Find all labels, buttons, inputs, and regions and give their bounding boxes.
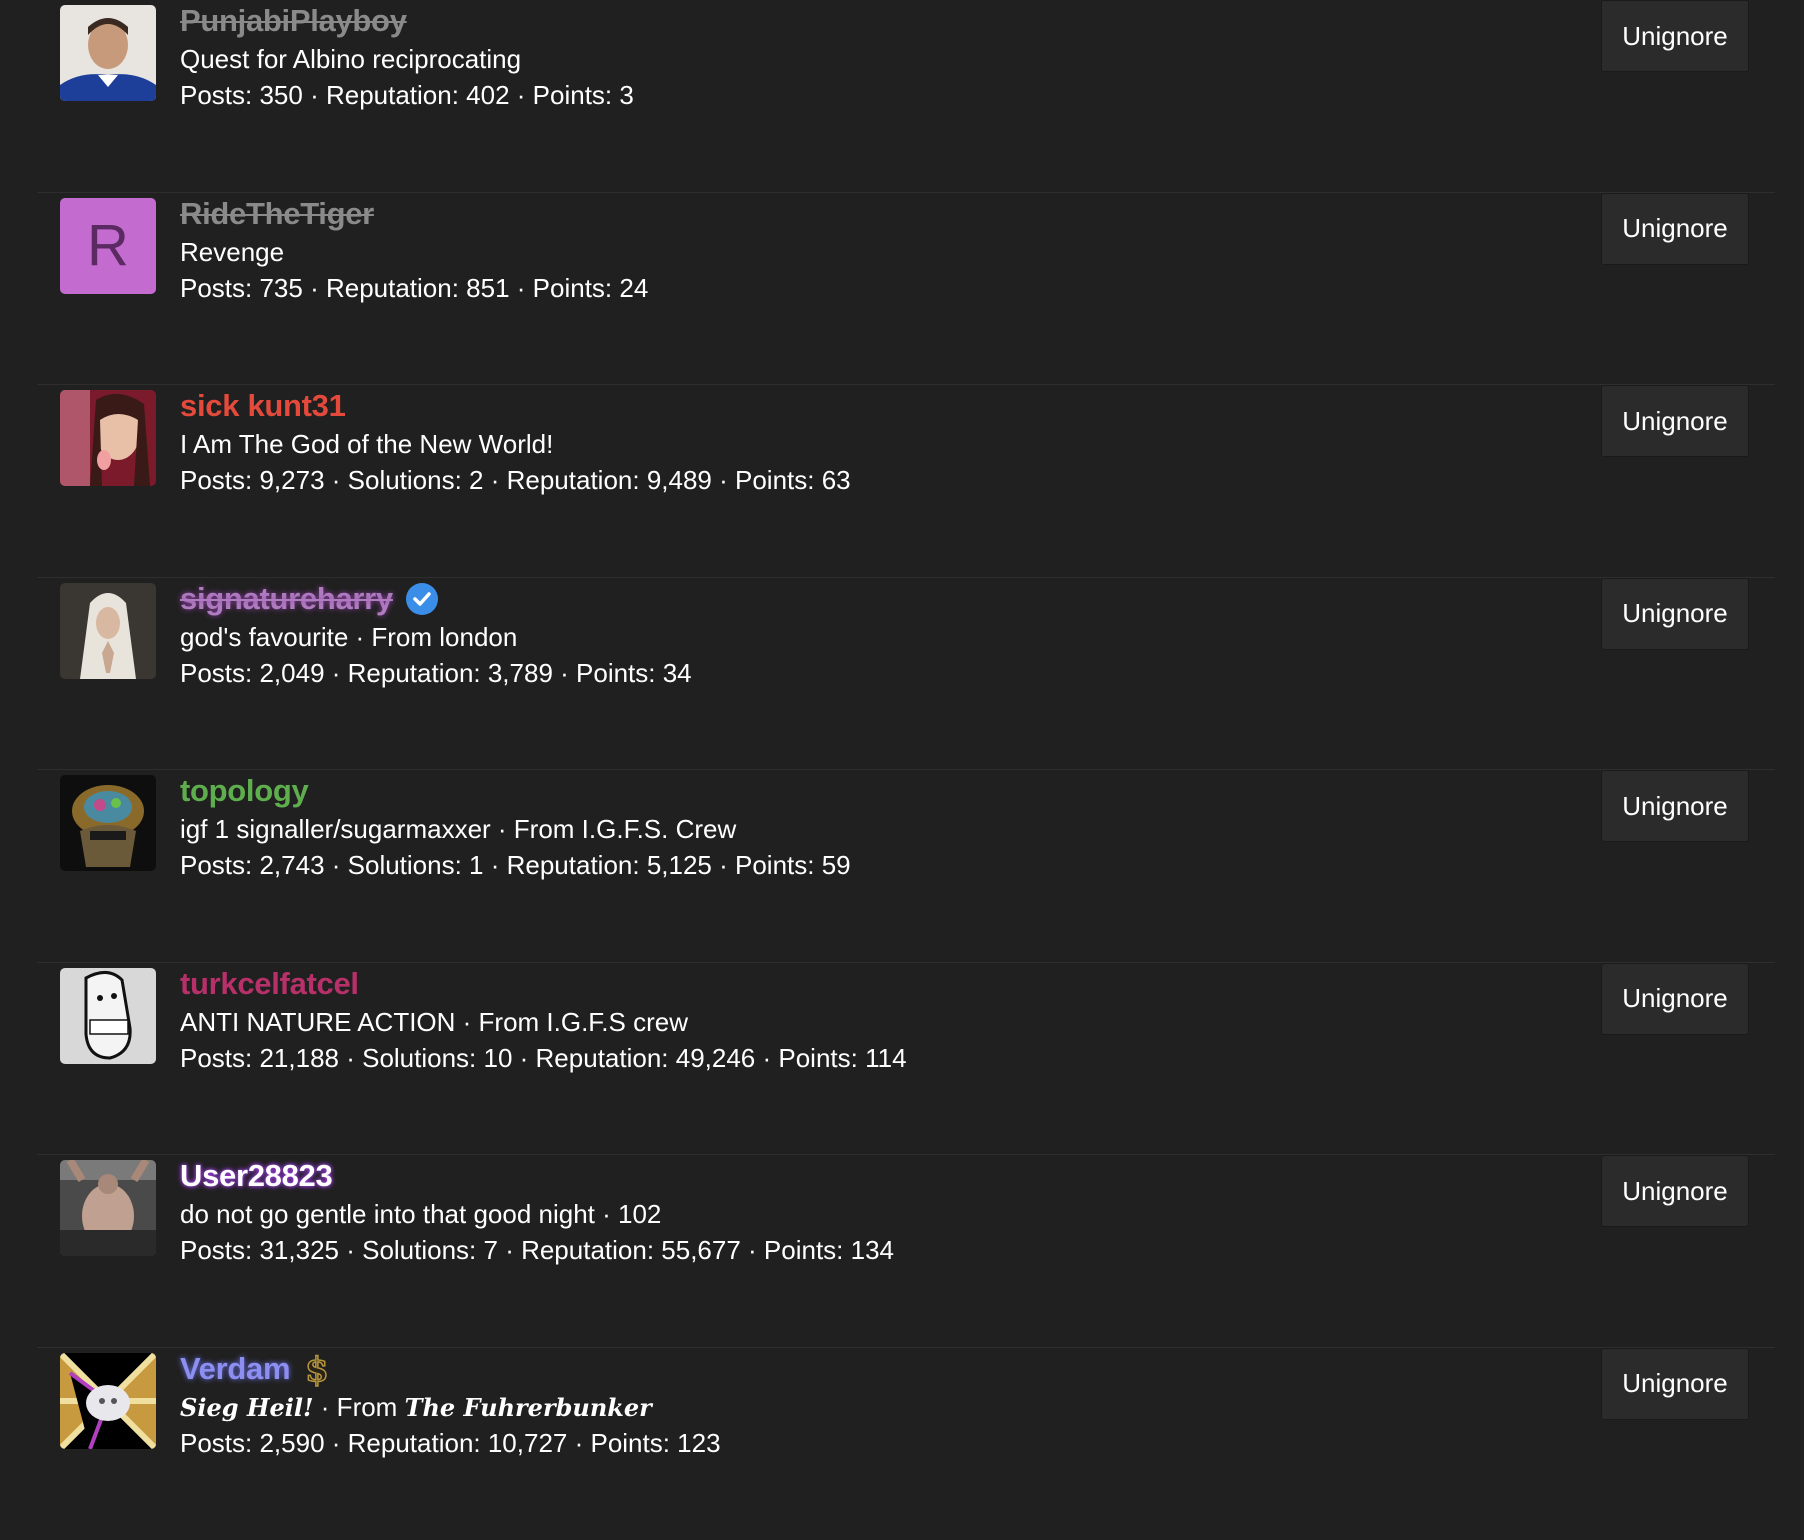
avatar[interactable] [60,775,156,871]
unignore-button[interactable]: Unignore [1601,1348,1749,1420]
avatar-letter: R [60,198,156,294]
user-tagline: I Am The God of the New World! [180,426,1515,462]
list-item: signatureharry god's favourite · From lo… [37,578,1775,771]
unignore-button[interactable]: Unignore [1601,193,1749,265]
user-stats: Posts: 21,188 · Solutions: 10 · Reputati… [180,1040,1515,1076]
username-link[interactable]: turkcelfatcel [180,966,359,1002]
user-stats: Posts: 2,743 · Solutions: 1 · Reputation… [180,847,1515,883]
unignore-button[interactable]: Unignore [1601,770,1749,842]
ignored-users-list: PunjabiPlayboy Quest for Albino reciproc… [37,0,1775,1540]
user-tagline: Quest for Albino reciprocating [180,41,1515,77]
list-item: R RideTheTiger Revenge Posts: 735 · Repu… [37,193,1775,386]
photo-icon [60,390,156,486]
username-link[interactable]: User28823 [180,1158,332,1194]
avatar[interactable] [60,583,156,679]
user-stats: Posts: 31,325 · Solutions: 7 · Reputatio… [180,1232,1515,1268]
unignore-button[interactable]: Unignore [1601,578,1749,650]
unignore-button[interactable]: Unignore [1601,963,1749,1035]
username-link[interactable]: PunjabiPlayboy [180,3,407,39]
user-tagline: Sieg Heil! · From The Fuhrerbunker [180,1389,1515,1425]
user-tagline: god's favourite · From london [180,619,1515,655]
user-stats: Posts: 735 · Reputation: 851 · Points: 2… [180,270,1515,306]
user-info: topology igf 1 signaller/sugarmaxxer · F… [180,773,1515,883]
user-info: turkcelfatcel ANTI NATURE ACTION · From … [180,966,1515,1076]
photo-icon [60,1160,156,1256]
username-link[interactable]: RideTheTiger [180,196,374,232]
username-link[interactable]: topology [180,773,308,809]
photo-icon [60,583,156,679]
user-stats: Posts: 2,049 · Reputation: 3,789 · Point… [180,655,1515,691]
dollar-icon: $ [302,1350,332,1388]
list-item: PunjabiPlayboy Quest for Albino reciproc… [37,0,1775,193]
tagline-location: The Fuhrerbunker [405,1393,652,1422]
verified-icon [405,582,439,616]
user-info: Verdam $ Sieg Heil! · From The Fuhrerbun… [180,1351,1515,1461]
user-stats: Posts: 2,590 · Reputation: 10,727 · Poin… [180,1425,1515,1461]
list-item: turkcelfatcel ANTI NATURE ACTION · From … [37,963,1775,1156]
avatar[interactable] [60,5,156,101]
tagline-quote: Sieg Heil! [180,1393,314,1422]
photo-icon [60,775,156,871]
user-info: RideTheTiger Revenge Posts: 735 · Reputa… [180,196,1515,306]
user-tagline: ANTI NATURE ACTION · From I.G.F.S crew [180,1004,1515,1040]
unignore-button[interactable]: Unignore [1601,1155,1749,1227]
user-info: signatureharry god's favourite · From lo… [180,581,1515,691]
user-info: User28823 do not go gentle into that goo… [180,1158,1515,1268]
svg-text:$: $ [305,1350,329,1388]
list-item: Verdam $ Sieg Heil! · From The Fuhrerbun… [37,1348,1775,1540]
unignore-button[interactable]: Unignore [1601,0,1749,72]
list-item: sick kunt31 I Am The God of the New Worl… [37,385,1775,578]
tagline-separator: · From [314,1392,405,1422]
unignore-button[interactable]: Unignore [1601,385,1749,457]
user-tagline: Revenge [180,234,1515,270]
user-tagline: do not go gentle into that good night · … [180,1196,1515,1232]
user-info: sick kunt31 I Am The God of the New Worl… [180,388,1515,498]
avatar[interactable] [60,390,156,486]
user-tagline: igf 1 signaller/sugarmaxxer · From I.G.F… [180,811,1515,847]
username-link[interactable]: sick kunt31 [180,388,346,424]
username-link[interactable]: Verdam [180,1351,290,1387]
user-stats: Posts: 350 · Reputation: 402 · Points: 3 [180,77,1515,113]
username-link[interactable]: signatureharry [180,581,393,617]
avatar[interactable]: R [60,198,156,294]
photo-icon [60,1353,156,1449]
avatar[interactable] [60,968,156,1064]
list-item: topology igf 1 signaller/sugarmaxxer · F… [37,770,1775,963]
photo-icon [60,968,156,1064]
user-stats: Posts: 9,273 · Solutions: 2 · Reputation… [180,462,1515,498]
photo-icon [60,5,156,101]
avatar[interactable] [60,1353,156,1449]
user-info: PunjabiPlayboy Quest for Albino reciproc… [180,3,1515,113]
avatar[interactable] [60,1160,156,1256]
list-item: User28823 do not go gentle into that goo… [37,1155,1775,1348]
